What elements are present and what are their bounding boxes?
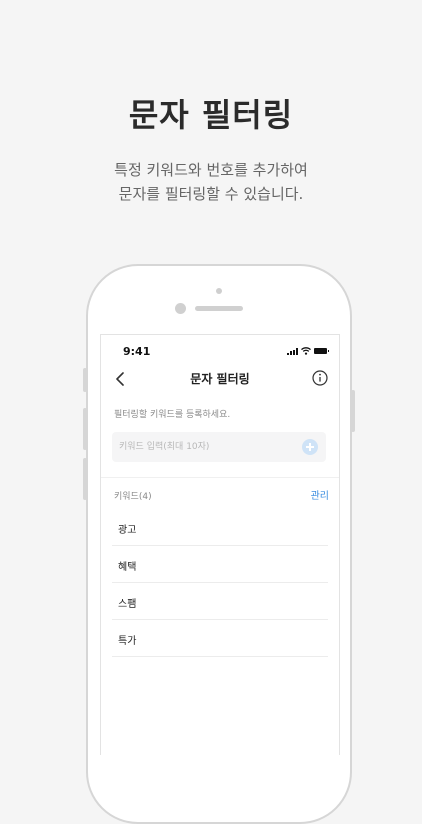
section-divider [101, 477, 339, 478]
app-screen: 9:41 문자 필터링 필터링할 키워드를 등록하세요. 키워드 입력(최대 1… [100, 334, 340, 755]
wifi-icon [301, 347, 311, 355]
battery-icon [314, 348, 329, 354]
status-icons [287, 347, 329, 355]
list-item-label: 특가 [118, 636, 137, 647]
phone-volume-down [83, 458, 87, 500]
list-item-label: 혜택 [118, 562, 137, 573]
phone-mute-switch [83, 368, 87, 392]
status-bar: 9:41 [101, 335, 339, 367]
list-item[interactable]: 특가 [112, 620, 328, 657]
keyword-input[interactable] [119, 432, 289, 462]
list-item[interactable]: 혜택 [112, 546, 328, 583]
keyword-input-box [112, 432, 326, 462]
phone-volume-up [83, 408, 87, 450]
hero-subtitle-line-1: 특정 키워드와 번호를 추가하여 [114, 161, 308, 179]
manage-button[interactable]: 관리 [311, 487, 329, 502]
info-circle-icon [312, 370, 328, 386]
back-button[interactable] [111, 369, 131, 389]
phone-sensor [216, 288, 222, 294]
signal-icon [287, 347, 298, 355]
phone-power-button [351, 390, 355, 432]
list-item[interactable]: 스팸 [112, 583, 328, 620]
info-button[interactable] [311, 369, 329, 387]
nav-title: 문자 필터링 [190, 372, 250, 386]
hero-subtitle: 특정 키워드와 번호를 추가하여 문자를 필터링할 수 있습니다. [0, 158, 422, 206]
list-item-label: 광고 [118, 525, 137, 536]
status-time: 9:41 [123, 345, 151, 358]
add-keyword-button[interactable] [302, 439, 318, 455]
keyword-list: 광고 혜택 스팸 특가 [101, 509, 339, 657]
phone-speaker [195, 306, 243, 311]
chevron-left-icon [116, 372, 124, 386]
guide-text: 필터링할 키워드를 등록하세요. [114, 410, 231, 420]
phone-camera [175, 303, 186, 314]
list-item[interactable]: 광고 [112, 509, 328, 546]
keyword-count-label: 키워드(4) [114, 492, 152, 502]
nav-bar: 문자 필터링 [101, 367, 339, 391]
list-item-label: 스팸 [118, 599, 137, 610]
hero-subtitle-line-2: 문자를 필터링할 수 있습니다. [118, 185, 304, 203]
hero-title: 문자 필터링 [128, 96, 294, 134]
